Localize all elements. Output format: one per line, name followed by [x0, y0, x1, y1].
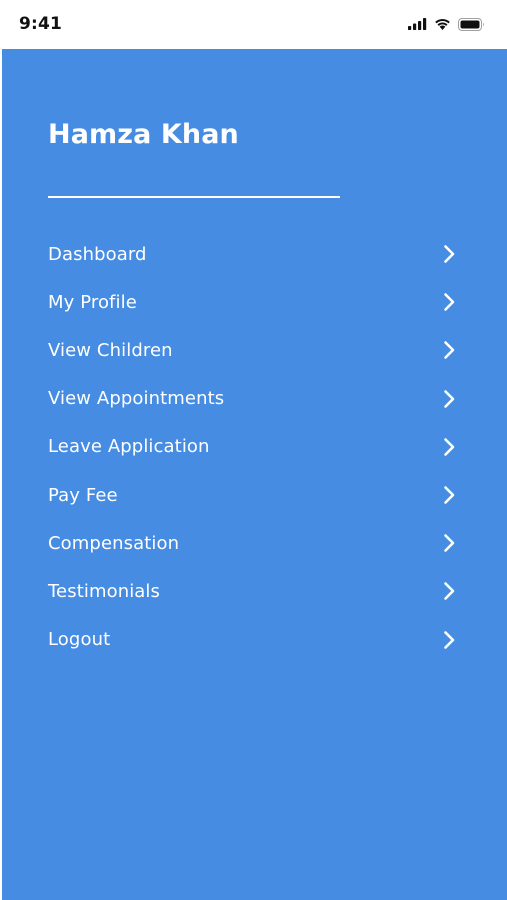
chevron-right-icon [443, 292, 456, 312]
menu-item-label: View Children [48, 339, 173, 361]
menu-item-dashboard[interactable]: Dashboard [48, 230, 468, 278]
menu-item-label: My Profile [48, 291, 137, 313]
chevron-right-icon [443, 389, 456, 409]
wifi-icon [434, 18, 451, 30]
menu-item-compensation[interactable]: Compensation [48, 519, 468, 567]
menu-item-view-children[interactable]: View Children [48, 326, 468, 374]
menu-item-label: Compensation [48, 532, 180, 554]
menu-item-label: Logout [48, 629, 111, 651]
menu-item-logout[interactable]: Logout [48, 616, 468, 664]
chevron-right-icon [443, 340, 456, 360]
chevron-right-icon [443, 630, 456, 650]
status-time: 9:41 [19, 14, 63, 34]
menu-item-label: Pay Fee [48, 484, 118, 506]
drawer-menu: Dashboard My Profile View Children View … [48, 230, 468, 664]
name-divider [48, 196, 340, 198]
status-bar: 9:41 [0, 0, 507, 49]
menu-item-testimonials[interactable]: Testimonials [48, 567, 468, 615]
menu-item-label: View Appointments [48, 388, 225, 410]
battery-icon [458, 17, 485, 31]
menu-item-label: Leave Application [48, 436, 210, 458]
status-icons [408, 16, 485, 32]
chevron-right-icon [443, 485, 456, 505]
chevron-right-icon [443, 437, 456, 457]
navigation-drawer: Hamza Khan Dashboard My Profile View Chi… [2, 49, 507, 900]
chevron-right-icon [443, 244, 456, 264]
user-name: Hamza Khan [48, 119, 239, 150]
menu-item-my-profile[interactable]: My Profile [48, 278, 468, 326]
menu-item-label: Dashboard [48, 243, 147, 265]
chevron-right-icon [443, 533, 456, 553]
menu-item-label: Testimonials [48, 580, 161, 602]
signal-bars-icon [408, 18, 427, 30]
chevron-right-icon [443, 581, 456, 601]
menu-item-view-appointments[interactable]: View Appointments [48, 375, 468, 423]
menu-item-leave-application[interactable]: Leave Application [48, 423, 468, 471]
menu-item-pay-fee[interactable]: Pay Fee [48, 471, 468, 519]
